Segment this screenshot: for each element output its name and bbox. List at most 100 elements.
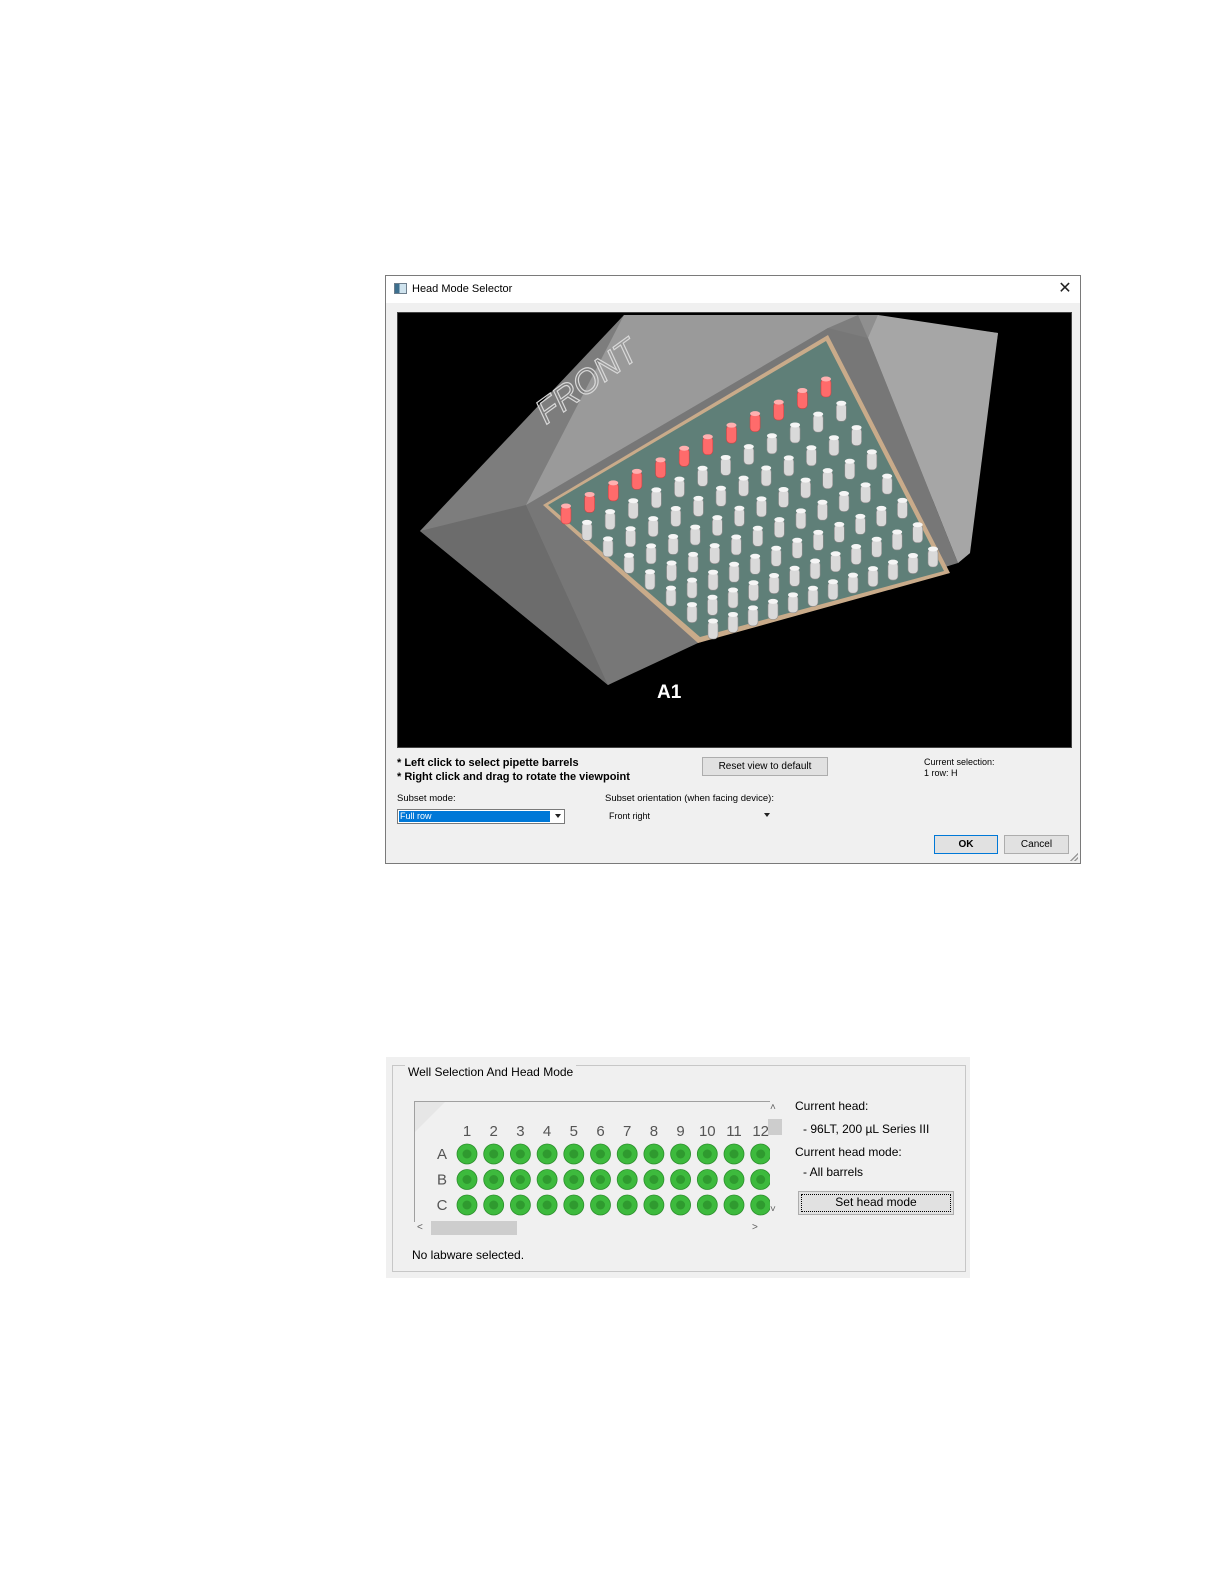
pipette-barrel[interactable] — [674, 476, 685, 498]
pipette-barrel[interactable] — [625, 526, 636, 548]
well[interactable] — [670, 1194, 692, 1216]
pipette-barrel[interactable] — [720, 454, 732, 476]
row-label[interactable]: A — [437, 1146, 447, 1163]
pipette-barrel[interactable] — [817, 499, 828, 521]
column-label[interactable]: 10 — [699, 1123, 716, 1140]
selected-pipette-barrel[interactable] — [773, 399, 785, 421]
pipette-barrel[interactable] — [795, 508, 807, 530]
well[interactable] — [456, 1169, 478, 1190]
reset-view-button[interactable]: Reset view to default — [702, 757, 828, 776]
column-label[interactable]: 4 — [543, 1123, 551, 1140]
well[interactable] — [696, 1194, 718, 1216]
selected-pipette-barrel[interactable] — [655, 457, 666, 479]
column-label[interactable]: 11 — [726, 1123, 742, 1140]
pipette-barrel[interactable] — [697, 465, 708, 487]
pipette-barrel[interactable] — [670, 506, 682, 527]
pipette-barrel[interactable] — [693, 495, 704, 517]
selected-pipette-barrel[interactable] — [726, 422, 737, 444]
pipette-barrel[interactable] — [623, 552, 635, 574]
pipette-barrel[interactable] — [766, 433, 778, 455]
well[interactable] — [563, 1169, 585, 1190]
selected-pipette-barrel[interactable] — [678, 445, 690, 467]
well[interactable] — [456, 1143, 478, 1165]
well[interactable] — [456, 1194, 478, 1216]
selected-pipette-barrel[interactable] — [584, 491, 595, 513]
well[interactable] — [696, 1143, 718, 1165]
pipette-barrel[interactable] — [787, 592, 799, 614]
pipette-barrel[interactable] — [830, 551, 841, 573]
well[interactable] — [510, 1194, 531, 1216]
column-label[interactable]: 7 — [623, 1123, 631, 1140]
pipette-barrel[interactable] — [822, 468, 834, 489]
pipette-barrel[interactable] — [887, 559, 899, 581]
well[interactable] — [616, 1143, 638, 1165]
well[interactable] — [510, 1169, 531, 1190]
pipette-barrel[interactable] — [738, 475, 749, 497]
well[interactable] — [483, 1169, 505, 1190]
pipette-barrel[interactable] — [727, 587, 739, 609]
pipette-barrel[interactable] — [770, 545, 782, 567]
pipette-barrel[interactable] — [645, 543, 657, 565]
well[interactable] — [590, 1143, 611, 1165]
pipette-barrel[interactable] — [844, 458, 856, 480]
pipette-barrel[interactable] — [767, 598, 779, 620]
well[interactable] — [670, 1169, 692, 1190]
pipette-barrel[interactable] — [734, 505, 745, 527]
well[interactable] — [616, 1194, 638, 1216]
pipette-barrel[interactable] — [760, 465, 772, 487]
selected-pipette-barrel[interactable] — [560, 503, 572, 525]
pipette-barrel[interactable] — [838, 491, 850, 512]
well[interactable] — [643, 1143, 665, 1165]
pipette-barrel[interactable] — [912, 522, 924, 544]
pipette-barrel[interactable] — [867, 566, 879, 587]
chevron-left-icon[interactable]: ˂ — [417, 1223, 423, 1233]
pipette-barrel[interactable] — [747, 605, 759, 627]
chevron-right-icon[interactable]: ˃ — [752, 1223, 758, 1233]
pipette-barrel[interactable] — [647, 516, 659, 537]
close-icon[interactable]: ✕ — [1056, 280, 1074, 298]
pipette-barrel[interactable] — [727, 611, 739, 633]
pipette-barrel[interactable] — [581, 519, 593, 541]
selected-pipette-barrel[interactable] — [702, 434, 714, 456]
subset-mode-select[interactable]: Full row — [397, 809, 565, 824]
column-label[interactable]: 6 — [596, 1123, 604, 1140]
pipette-barrel[interactable] — [749, 553, 761, 575]
cancel-button[interactable]: Cancel — [1004, 835, 1069, 854]
pipette-barrel[interactable] — [665, 585, 677, 607]
selected-pipette-barrel[interactable] — [797, 388, 808, 409]
pipette-barrel[interactable] — [728, 561, 740, 583]
pipette-barrel[interactable] — [666, 560, 677, 582]
chevron-down-icon[interactable]: ˅ — [770, 1205, 776, 1215]
pipette-barrel[interactable] — [743, 444, 755, 465]
pipette-barrel[interactable] — [730, 534, 742, 556]
well[interactable] — [723, 1169, 745, 1190]
pipette-barrel[interactable] — [791, 537, 803, 559]
well-plate-grid[interactable]: 1 2 3 4 5 6 7 8 9 10 11 12 A B C — [414, 1101, 770, 1222]
pipette-barrel[interactable] — [835, 400, 847, 422]
pipette-barrel[interactable] — [709, 543, 720, 564]
well[interactable] — [616, 1169, 638, 1190]
pipette-barrel[interactable] — [809, 558, 821, 580]
column-label[interactable]: 9 — [676, 1123, 684, 1140]
well[interactable] — [723, 1194, 745, 1216]
pipette-barrel[interactable] — [812, 529, 824, 551]
pipette-barrel[interactable] — [897, 497, 908, 519]
pipette-barrel[interactable] — [827, 579, 839, 601]
chevron-down-icon[interactable] — [764, 813, 770, 817]
column-label[interactable]: 1 — [463, 1123, 471, 1140]
pipette-barrel[interactable] — [834, 521, 845, 543]
3d-head-viewport[interactable]: FRONT A1 — [397, 312, 1072, 748]
pipette-barrel[interactable] — [627, 498, 639, 520]
pipette-barrel[interactable] — [712, 515, 723, 536]
column-label[interactable]: 5 — [570, 1123, 578, 1140]
pipette-barrel[interactable] — [686, 577, 698, 599]
pipette-barrel[interactable] — [707, 569, 719, 591]
well[interactable] — [590, 1194, 611, 1216]
pipette-barrel[interactable] — [789, 422, 801, 444]
well[interactable] — [670, 1143, 692, 1165]
pipette-barrel[interactable] — [927, 546, 939, 568]
pipette-barrel[interactable] — [807, 585, 819, 607]
chevron-down-icon[interactable] — [555, 814, 561, 818]
pipette-barrel[interactable] — [783, 455, 795, 477]
pipette-barrel[interactable] — [876, 505, 887, 527]
